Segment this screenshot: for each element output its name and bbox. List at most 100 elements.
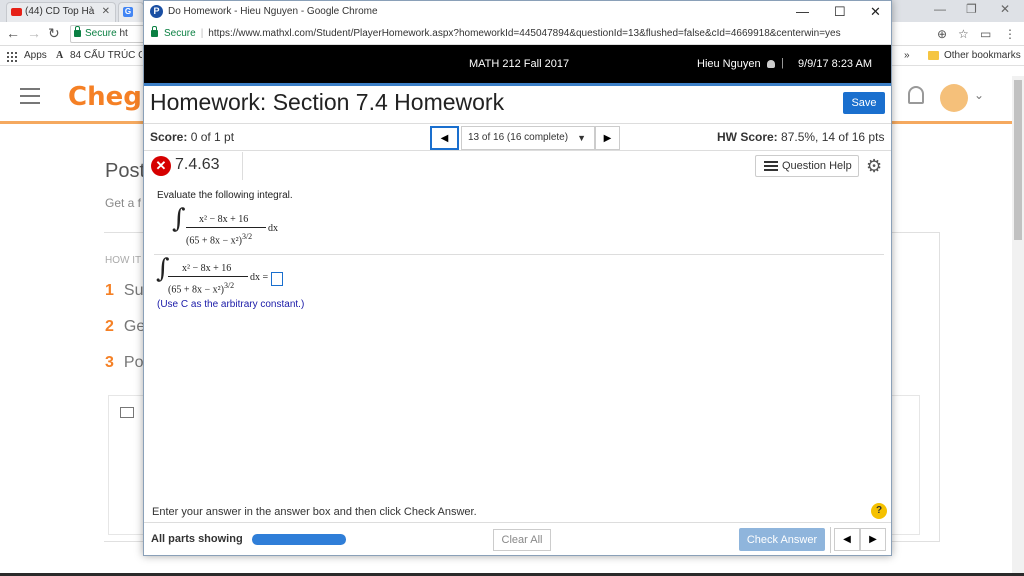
next-part-button[interactable]: ▶ (860, 528, 886, 551)
homework-popup-window: P Do Homework - Hieu Nguyen - Google Chr… (143, 0, 892, 556)
divider (830, 527, 831, 553)
close-icon[interactable]: ✕ (102, 3, 110, 21)
clear-all-button[interactable]: Clear All (493, 529, 551, 551)
question-number: 7.4.63 (175, 156, 220, 173)
url-fragment: ht (119, 28, 128, 39)
question-help-button[interactable]: Question Help (755, 155, 859, 177)
integral-denominator: (65 + 8x − x²)3/2 (168, 281, 235, 296)
question-selector-value: 13 of 16 (16 complete) (468, 132, 569, 143)
bookmarks-more[interactable]: » (904, 46, 910, 66)
tab-label: (44) CD Top Hà (25, 6, 95, 17)
secure-label: Secure (85, 28, 117, 39)
divider (154, 254, 884, 255)
divider (242, 152, 243, 180)
minimize-button[interactable]: — (796, 1, 809, 23)
bookmark-apps[interactable]: Apps (24, 46, 47, 66)
youtube-icon (11, 8, 22, 16)
bell-icon[interactable] (908, 86, 924, 104)
integral-sign: ∫ (172, 204, 186, 234)
parts-progress-bar (252, 534, 346, 545)
mathxl-icon: P (150, 5, 163, 18)
chegg-post-heading: Post (105, 160, 146, 182)
integral-differential: dx (268, 223, 278, 234)
help-icon[interactable]: ? (871, 503, 887, 519)
lock-icon (151, 26, 158, 37)
fraction-bar (186, 227, 266, 228)
answer-input[interactable] (271, 272, 283, 286)
integral-numerator: x² − 8x + 16 (199, 214, 249, 225)
tab-google[interactable]: G (118, 2, 144, 22)
reload-icon[interactable]: ↻ (48, 25, 60, 42)
save-button[interactable]: Save (843, 92, 885, 114)
integral-numerator: x² − 8x + 16 (182, 263, 232, 274)
close-icon[interactable]: ✕ (1000, 2, 1010, 16)
cast-icon[interactable]: ▭ (980, 27, 991, 41)
caret-down-icon: ▼ (577, 133, 586, 143)
hamburger-icon[interactable] (20, 88, 40, 104)
url-separator: | (200, 28, 204, 39)
url-text: https://www.mathxl.com/Student/PlayerHom… (208, 28, 841, 39)
integral-equals: dx = (250, 272, 269, 283)
progress-fill (252, 534, 346, 545)
star-icon[interactable]: ☆ (958, 27, 969, 41)
question-instruction: Evaluate the following integral. (157, 190, 293, 201)
maximize-button[interactable]: ☐ (834, 1, 846, 23)
list-icon (764, 161, 778, 171)
back-icon[interactable]: ← (6, 25, 20, 41)
triangle-right-icon: ▶ (869, 534, 877, 545)
next-question-button[interactable]: ▶ (595, 126, 620, 150)
tab-youtube[interactable]: (44) CD Top Hà ✕ (6, 2, 116, 22)
folder-icon (928, 51, 939, 60)
scrollbar-thumb[interactable] (1014, 80, 1022, 240)
integral-sign: ∫ (156, 254, 170, 284)
fraction-bar (168, 276, 248, 277)
forward-icon[interactable]: → (27, 25, 41, 41)
divider: | (781, 57, 784, 69)
question-selector[interactable]: 13 of 16 (16 complete) ▼ (461, 126, 595, 150)
incorrect-icon: ✕ (151, 156, 171, 176)
bottom-bar: All parts showing Clear All Check Answer… (144, 522, 891, 556)
question-header: ✕ 7.4.63 Question Help ⚙ (144, 151, 891, 181)
parts-label: All parts showing (151, 533, 243, 545)
other-bookmarks-label: Other bookmarks (944, 50, 1021, 61)
chegg-step: 1 Su (105, 282, 144, 299)
chevron-down-icon[interactable]: ⌄ (974, 88, 984, 102)
check-answer-button[interactable]: Check Answer (739, 528, 825, 551)
mathxl-top-bar: MATH 212 Fall 2017 Hieu Nguyen | 9/9/17 … (144, 45, 891, 83)
chegg-step: 3 Po (105, 354, 144, 371)
datetime: 9/9/17 8:23 AM (798, 58, 872, 70)
avatar[interactable] (940, 84, 968, 112)
integral-denominator: (65 + 8x − x²)3/2 (186, 232, 253, 247)
page-title: Homework: Section 7.4 Homework (150, 89, 505, 115)
previous-question-button[interactable]: ◀ (430, 126, 459, 150)
other-bookmarks[interactable]: Other bookmarks (928, 46, 1021, 66)
constant-note: (Use C as the arbitrary constant.) (157, 299, 305, 310)
user-icon (766, 60, 775, 68)
course-name: MATH 212 Fall 2017 (469, 58, 570, 70)
secure-label: Secure (164, 28, 196, 39)
zoom-icon[interactable]: ⊕ (937, 27, 947, 41)
gear-icon[interactable]: ⚙ (866, 155, 882, 177)
hw-score: HW Score: 87.5%, 14 of 16 pts (717, 130, 885, 144)
menu-icon[interactable]: ⋮ (1004, 27, 1016, 41)
user-name[interactable]: Hieu Nguyen (697, 58, 775, 70)
popup-url-bar[interactable]: Secure | https://www.mathxl.com/Student/Pl… (144, 23, 891, 45)
previous-part-button[interactable]: ◀ (834, 528, 860, 551)
chegg-how-it-works: HOW IT (105, 255, 142, 266)
footer-instruction: Enter your answer in the answer box and … (152, 506, 477, 518)
google-icon: G (123, 7, 133, 17)
minimize-icon[interactable]: — (934, 2, 946, 16)
bookmark-item[interactable]: 84 CẤU TRÚC CÂU (70, 46, 142, 66)
chegg-subtext: Get a f (105, 196, 142, 210)
popup-titlebar: P Do Homework - Hieu Nguyen - Google Chr… (144, 1, 891, 23)
accent-divider (144, 83, 891, 86)
image-icon[interactable] (120, 407, 134, 418)
triangle-left-icon: ◀ (843, 534, 851, 545)
bookmark-icon: A (56, 50, 64, 61)
omnibox[interactable]: Secure ht (70, 25, 150, 43)
apps-icon (7, 52, 17, 62)
score: Score: 0 of 1 pt (150, 130, 235, 144)
triangle-left-icon: ◀ (440, 132, 449, 144)
restore-icon[interactable]: ❐ (966, 2, 977, 16)
close-button[interactable]: ✕ (870, 1, 881, 23)
